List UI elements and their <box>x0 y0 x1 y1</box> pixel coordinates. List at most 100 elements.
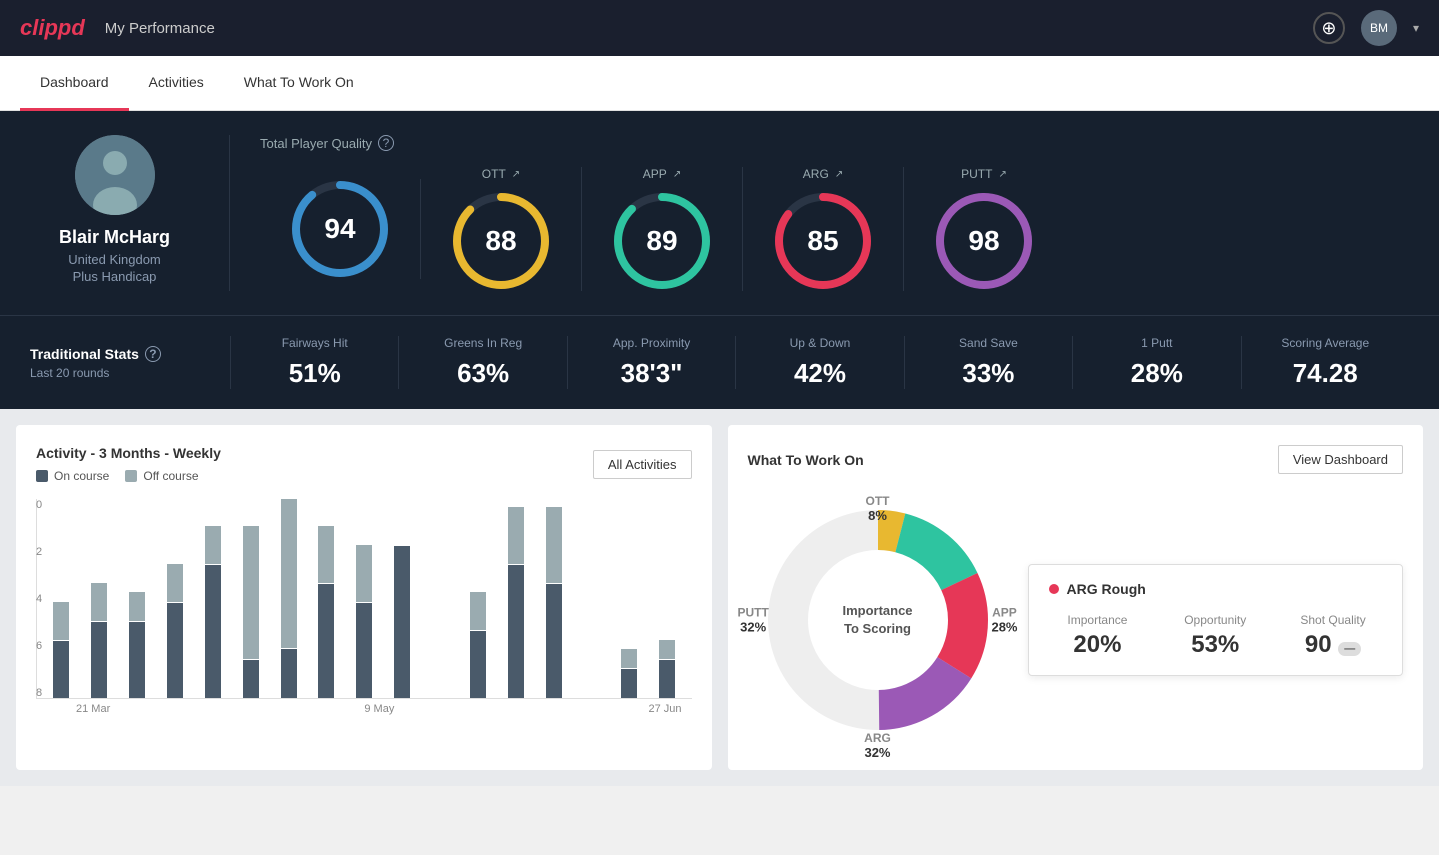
score-ott: OTT ↗ 88 <box>421 167 582 291</box>
chart-container: 8 6 4 2 0 <box>36 499 692 699</box>
bar-on <box>318 584 334 698</box>
metric-importance: Importance 20% <box>1049 613 1147 659</box>
avatar: BM <box>1370 21 1388 35</box>
score-label-putt: PUTT ↗ <box>961 167 1007 181</box>
stat-label-scoring: Scoring Average <box>1252 336 1399 350</box>
trad-stats-label: Traditional Stats ? Last 20 rounds <box>30 346 230 380</box>
bar-off <box>243 526 259 659</box>
score-circle-putt: 98 <box>934 191 1034 291</box>
score-value-putt: 98 <box>968 225 999 257</box>
metric-label-shot-quality: Shot Quality <box>1284 613 1382 627</box>
avatar-image <box>75 135 155 215</box>
off-course-dot <box>125 470 137 482</box>
add-button[interactable]: ⊕ <box>1313 12 1345 44</box>
stat-value-1putt: 28% <box>1083 358 1230 389</box>
bar-group <box>272 499 305 698</box>
bar-off <box>470 592 486 630</box>
stat-label-fairways: Fairways Hit <box>241 336 388 350</box>
stat-app-proximity: App. Proximity 38'3" <box>567 336 735 389</box>
activity-panel-header: Activity - 3 Months - Weekly On course O… <box>36 445 692 483</box>
player-name: Blair McHarg <box>59 227 170 248</box>
quality-title: Total Player Quality ? <box>260 135 1379 151</box>
bar-group <box>310 499 343 698</box>
tab-nav: Dashboard Activities What To Work On <box>0 56 1439 111</box>
logo: clippd <box>20 15 85 41</box>
chart-bars <box>36 499 692 699</box>
trend-icon-app: ↗ <box>673 169 681 180</box>
trad-stats-title: Traditional Stats ? <box>30 346 230 362</box>
player-avatar <box>75 135 155 215</box>
bar-group <box>575 499 608 698</box>
quality-section: Total Player Quality ? 94 OTT ↗ <box>230 135 1409 291</box>
score-value-ott: 88 <box>485 225 516 257</box>
score-label-arg: ARG ↗ <box>803 167 843 181</box>
metric-value-importance: 20% <box>1049 631 1147 659</box>
bar-off <box>318 526 334 583</box>
wtw-title: What To Work On <box>748 452 864 468</box>
bar-on <box>394 546 410 698</box>
bar-on <box>53 641 69 698</box>
donut-label-putt: PUTT 32% <box>738 606 769 635</box>
header-right: ⊕ BM ▾ <box>1313 10 1419 46</box>
trad-stats-subtitle: Last 20 rounds <box>30 366 230 380</box>
shot-quality-badge: — <box>1338 642 1361 656</box>
stat-value-scoring: 74.28 <box>1252 358 1399 389</box>
donut-chart-area: ImportanceTo Scoring OTT 8% APP 28% ARG … <box>748 490 1008 750</box>
bar-group <box>537 499 570 698</box>
stat-label-app-prox: App. Proximity <box>578 336 725 350</box>
off-course-label: Off course <box>143 469 198 483</box>
all-activities-button[interactable]: All Activities <box>593 450 692 479</box>
info-card-title: ARG Rough <box>1049 581 1383 597</box>
bar-off <box>53 602 69 640</box>
stat-greens-in-reg: Greens In Reg 63% <box>398 336 566 389</box>
x-label-mar: 21 Mar <box>76 703 110 715</box>
bar-group <box>45 499 78 698</box>
trend-icon-putt: ↗ <box>998 169 1006 180</box>
bar-on <box>621 669 637 698</box>
bar-group <box>196 499 229 698</box>
avatar-button[interactable]: BM <box>1361 10 1397 46</box>
header-left: clippd My Performance <box>20 15 215 41</box>
what-to-work-on-panel: What To Work On View Dashboard <box>728 425 1424 770</box>
traditional-stats: Traditional Stats ? Last 20 rounds Fairw… <box>0 315 1439 409</box>
bar-off <box>621 649 637 668</box>
info-card: ARG Rough Importance 20% Opportunity 53%… <box>1028 564 1404 676</box>
tab-dashboard[interactable]: Dashboard <box>20 56 129 111</box>
bar-on <box>508 565 524 698</box>
stat-label-sand: Sand Save <box>915 336 1062 350</box>
stat-scoring-avg: Scoring Average 74.28 <box>1241 336 1409 389</box>
bar-on <box>167 603 183 698</box>
view-dashboard-button[interactable]: View Dashboard <box>1278 445 1403 474</box>
chart-area: 8 6 4 2 0 21 Mar 9 May 27 Jun <box>36 499 692 719</box>
header-title: My Performance <box>105 20 215 37</box>
trad-stats-info-icon[interactable]: ? <box>145 346 161 362</box>
bar-on <box>129 622 145 698</box>
player-info: Blair McHarg United Kingdom Plus Handica… <box>30 135 230 291</box>
bar-group <box>234 499 267 698</box>
tab-what-to-work-on[interactable]: What To Work On <box>224 56 374 111</box>
bar-group <box>424 499 457 698</box>
bar-on <box>243 660 259 698</box>
donut-center: ImportanceTo Scoring <box>842 602 912 638</box>
on-course-label: On course <box>54 469 109 483</box>
quality-info-icon[interactable]: ? <box>378 135 394 151</box>
quality-scores: 94 OTT ↗ 88 AP <box>260 167 1379 291</box>
info-card-title-text: ARG Rough <box>1067 581 1146 597</box>
info-card-metrics: Importance 20% Opportunity 53% Shot Qual… <box>1049 613 1383 659</box>
stat-fairways-hit: Fairways Hit 51% <box>230 336 398 389</box>
tab-activities[interactable]: Activities <box>129 56 224 111</box>
chart-y-labels: 8 6 4 2 0 <box>36 499 42 699</box>
bar-group <box>386 499 419 698</box>
wtw-content: ImportanceTo Scoring OTT 8% APP 28% ARG … <box>748 490 1404 750</box>
bar-off <box>91 583 107 621</box>
player-handicap: Plus Handicap <box>73 269 157 284</box>
metric-shot-quality: Shot Quality 90 — <box>1284 613 1382 659</box>
bar-off <box>129 592 145 621</box>
stat-label-1putt: 1 Putt <box>1083 336 1230 350</box>
score-arg: ARG ↗ 85 <box>743 167 904 291</box>
donut-label-app: APP 28% <box>991 606 1017 635</box>
stat-label-greens: Greens In Reg <box>409 336 556 350</box>
info-card-dot <box>1049 584 1059 594</box>
donut-label-ott: OTT 8% <box>866 494 890 523</box>
bar-group <box>83 499 116 698</box>
